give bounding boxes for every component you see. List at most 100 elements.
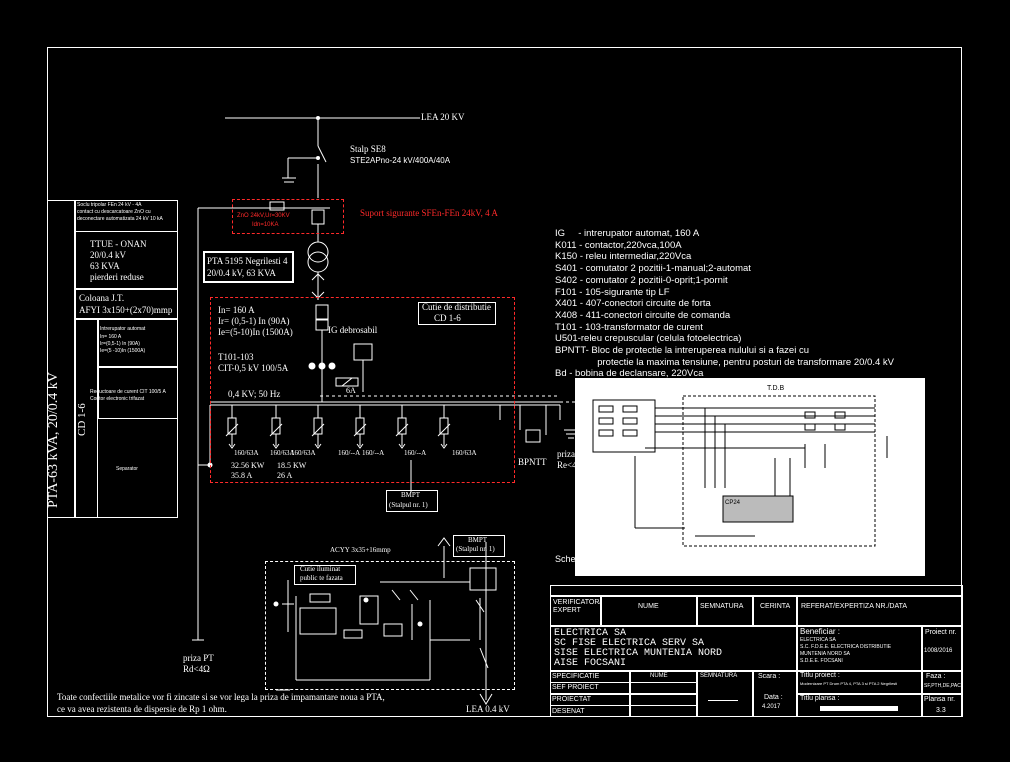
separator-label: Separator <box>116 466 138 472</box>
feeder-fuse-label: 160/63A <box>291 449 316 457</box>
tb-titlu-proiect-val: Modernizare PT Drum PTA 4, PTA 3 si PTA … <box>800 681 898 686</box>
legend-line: T101 - 103-transformator de curent <box>555 321 703 333</box>
component-legend: IG - intrerupator automat, 160 A K011 - c… <box>555 228 894 380</box>
tb-specificatie: SPECIFICATIE <box>552 673 600 680</box>
tb-plansa-val: 3.3 <box>936 707 946 714</box>
cutie-iluminat-l2: public te fazata <box>300 574 343 582</box>
bpntt-label: BPNTT <box>518 457 547 467</box>
feeder-fuse-label: 160/--A <box>362 449 385 457</box>
bmpt2-l1: BMPT <box>468 536 488 544</box>
priza-pt-l1: priza PT <box>183 653 214 663</box>
legend-line: S402 - comutator 2 pozitii-0-oprit;1-por… <box>555 274 728 286</box>
bottom-note-l2: ce va avea rezistenta de dispersie de Rp… <box>57 704 227 714</box>
tb-titlu-plansa: Titlu plansa : <box>800 695 840 702</box>
tb-referat-cell <box>797 596 963 626</box>
bmpt1-l1: BMPT <box>401 491 421 499</box>
tb-semnatura: SEMNATURA <box>700 603 744 610</box>
schema-box-label: CP24 <box>725 500 741 506</box>
feeder-fuse-label: 160/--A <box>338 449 361 457</box>
feeder1-kw: 32.56 KW <box>231 461 265 470</box>
feeder1-a: 35.8 A <box>231 471 253 480</box>
legend-line: IG - intrerupator automat, 160 A <box>555 228 700 239</box>
intrerupator-ie: Ie=(5 -10)In (1500A) <box>100 348 146 354</box>
legend-line: F101 - 105-sigurante tip LF <box>555 286 670 298</box>
feeder2-a: 26 A <box>277 471 293 480</box>
tb-company-4: AISE FOCSANI <box>554 658 627 669</box>
tb-titlu-plansa-bar <box>820 706 898 711</box>
tb-plansa-nr: Plansa nr. <box>924 696 956 703</box>
tb-beneficiar-1: ELECTRICA SA <box>800 637 836 643</box>
cutie-distributie-label: Cutie de distributie <box>422 302 491 312</box>
tb-cerinta: CERINTA <box>760 603 791 610</box>
tb-verificator: VERIFICATOR/ EXPERT <box>553 599 602 614</box>
tb-cerinta-cell <box>753 596 797 626</box>
legend-line: X408 - 411-conectori circuite de comanda <box>555 309 731 321</box>
bmpt1-l2: (Stalpul nr. 1) <box>389 501 428 509</box>
legend-line: BPNTT- Bloc de protectie la intreruperea… <box>555 345 809 357</box>
ttue-power: 63 KVA <box>90 261 120 271</box>
cit-label: CIT-0,5 kV 100/5A <box>218 363 289 373</box>
tb-nume2: NUME <box>650 673 668 679</box>
ttue-losses: pierderi reduse <box>90 272 144 282</box>
lea-20kv-label: LEA 20 KV <box>421 112 465 122</box>
pta-vertical-label: PTA-63 kVA, 20/0.4 kV <box>46 372 61 508</box>
tb-beneficiar-2: S.C. F.D.E.E. ELECTRICA DISTRIBUTIE <box>800 644 892 650</box>
stalp-label: Stalp SE8 <box>350 144 386 154</box>
tb-semnatura2: SEMNATURA <box>700 673 738 679</box>
tb-scara: Scara : <box>758 673 781 680</box>
tb-data-val: 4.2017 <box>762 704 781 710</box>
tb-titlu-proiect: Titlu proiect : <box>800 672 840 679</box>
stalp-spec-label: STE2APno-24 kV/400A/40A <box>350 156 451 165</box>
lea-04-label: LEA 0.4 kV <box>466 704 510 714</box>
legend-line: K011 - contactor,220vca,100A <box>555 239 682 251</box>
reductoare-label: Reductoare de curent CIT 100/5 A <box>90 389 166 395</box>
tb-nume: NUME <box>638 603 659 610</box>
cd-ir: Ir= (0,5-1) In (90A) <box>218 316 290 326</box>
priza-re-l1: priza <box>557 449 575 459</box>
soclu-line3: deconectare automatizata 24 kV 10 kA <box>77 216 163 222</box>
tb-proiectat: PROIECTAT <box>552 696 592 703</box>
cd-ie: Ie=(5-10)In (1500A) <box>218 327 293 337</box>
legend-line: U501-releu crepuscular (celula fotoelect… <box>555 333 742 345</box>
pta-box-line2: 20/0.4 kV, 63 KVA <box>207 268 276 278</box>
tb-nume-cell <box>601 596 697 626</box>
intrerupator-label: Intrerupator automat <box>100 326 146 332</box>
tb-beneficiar: Beneficiar : <box>800 627 841 636</box>
intrerupator-in: In= 160 A <box>100 334 122 340</box>
tb-beneficiar-4: S.D.E.E. FOCSANI <box>800 658 843 664</box>
cd-vertical-label: CD 1-6 <box>76 403 88 436</box>
coloana-spec: AFYI 3x150+(2x70)mmp <box>79 305 173 315</box>
feeder-fuse-label: 160/63A <box>452 449 477 457</box>
title-block: VERIFICATOR/ EXPERT NUME SEMNATURA CERIN… <box>550 585 963 717</box>
legend-line: S401 - comutator 2 pozitii-1-manual;2-au… <box>555 263 751 275</box>
priza-pt-l2: Rd<4Ω <box>183 664 210 674</box>
ig-debrosabil-label: IG debrosabil <box>328 325 378 335</box>
cutie-iluminat-l1: Cutie iluminat <box>300 565 341 573</box>
feeder-fuse-label: 160/--A <box>404 449 427 457</box>
legend-line: K150 - releu intermediar,220Vca <box>555 251 692 263</box>
control-schematic-image: T.D.B CP24 <box>575 378 925 576</box>
coloana-label: Coloana J.T. <box>79 293 125 303</box>
tb-semnatura-cell <box>697 596 753 626</box>
cd-in: In= 160 A <box>218 305 255 315</box>
tb-proiect-val: 1008/2016 <box>924 648 953 654</box>
legend-line: X401 - 407-conectori circuite de forta <box>555 298 711 310</box>
t101-label: T101-103 <box>218 352 254 362</box>
intrerupator-ir: Ir=(0,5-1) In (90A) <box>100 341 140 347</box>
control-schematic-drawing: T.D.B CP24 <box>592 385 888 547</box>
acyy-label: ACYY 3x35+16mmp <box>330 546 391 554</box>
tb-top-strip <box>550 585 963 596</box>
bmpt2-l2: (Stalpul nr. 1) <box>456 545 495 553</box>
tb-beneficiar-3: MUNTENIA NORD SA <box>800 651 851 657</box>
bus-label: 0,4 KV; 50 Hz <box>228 389 281 399</box>
fuse-6a-label: 6A <box>346 386 356 395</box>
schema-title: T.D.B <box>767 385 784 392</box>
pta-box-line1: PTA 5195 Negrilesti 4 <box>207 256 288 266</box>
fuse-support-label: Suport sigurante SFEn-FEn 24kV, 4 A <box>360 208 498 218</box>
cutie-distributie-code: CD 1-6 <box>434 313 461 323</box>
feeder2-kw: 18.5 KW <box>277 461 307 470</box>
soclu-line2: contact cu descarcatoare ZnO cu <box>77 209 151 215</box>
ttue-voltage: 20/0.4 kV <box>90 250 126 260</box>
tb-faza-val: SF,PTH,DE,PAC <box>924 683 961 689</box>
bottom-note-l1: Toate confectiile metalice vor fi zincat… <box>57 692 385 702</box>
